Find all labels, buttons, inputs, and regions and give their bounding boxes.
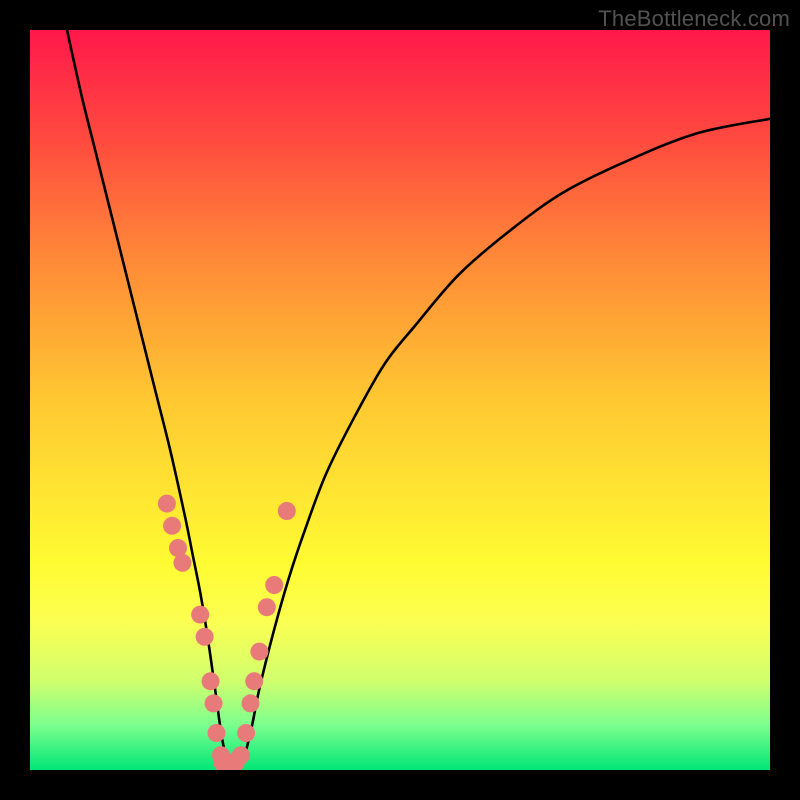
watermark-text: TheBottleneck.com [598, 6, 790, 32]
data-point [202, 672, 220, 690]
scatter-points [30, 30, 770, 770]
data-point [173, 554, 191, 572]
data-point [278, 502, 296, 520]
data-point [196, 628, 214, 646]
data-point [245, 672, 263, 690]
plot-area [30, 30, 770, 770]
data-point [163, 517, 181, 535]
data-point [207, 724, 225, 742]
data-point [237, 724, 255, 742]
data-point [258, 598, 276, 616]
data-point [158, 495, 176, 513]
data-point [265, 576, 283, 594]
data-point [205, 694, 223, 712]
data-point [191, 606, 209, 624]
data-point [250, 643, 268, 661]
data-point [242, 694, 260, 712]
chart-stage: TheBottleneck.com [0, 0, 800, 800]
data-point [232, 746, 250, 764]
